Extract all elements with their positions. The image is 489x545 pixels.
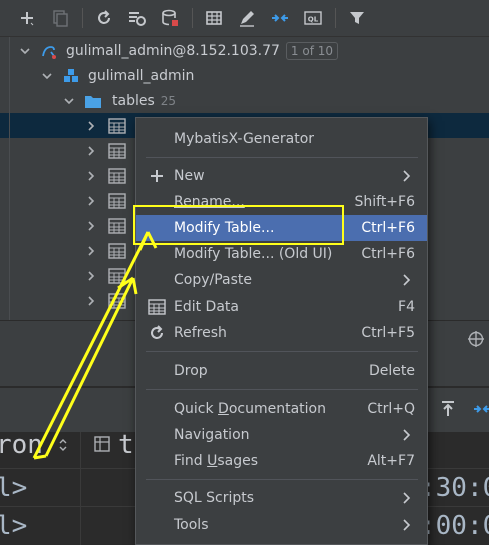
cell-right: :30:0 [420,473,489,503]
folder-icon [84,93,102,109]
jump-to-source-icon[interactable] [267,5,293,31]
tree-gutter-line [9,37,10,320]
menu-separator [146,157,418,158]
refresh-icon [148,324,166,342]
chevron-right-icon[interactable] [84,244,98,258]
menu-item-edit-data[interactable]: Edit Data F4 [136,294,427,320]
tree-node-schema[interactable]: gulimall_admin [0,63,489,88]
table-icon [108,167,126,184]
chevron-down-icon[interactable] [40,69,54,83]
chevron-down-icon[interactable] [62,94,76,108]
menu-item-navigation[interactable]: Navigation [136,422,427,448]
refresh-icon[interactable] [91,5,117,31]
table-icon [148,298,166,316]
toolbar-separator [192,8,193,28]
toolbar-separator [82,8,83,28]
cell-left: l> [0,511,28,541]
table-icon [108,142,126,159]
menu-separator [146,389,418,390]
highlight-annotation-box [133,205,344,245]
schema-icon [62,67,80,85]
chevron-right-icon[interactable] [84,269,98,283]
tree-node-connection[interactable]: gulimall_admin@8.152.103.77 1 of 10 [0,38,489,63]
folder-label: tables [112,92,155,109]
jump-to-source-icon[interactable] [472,400,489,422]
edit-icon[interactable] [234,5,260,31]
menu-item-find-usages[interactable]: Find Usages Alt+F7 [136,448,427,474]
scroll-to-top-icon[interactable] [440,400,456,422]
database-explorer-window: QL gulimall_admin@8.152.103.77 1 of 10 g… [0,0,489,545]
plus-icon [148,167,166,185]
table-icon [108,242,126,259]
chevron-right-icon[interactable] [84,294,98,308]
menu-item-drop[interactable]: Drop Delete [136,358,427,384]
toolbar-separator [335,8,336,28]
chevron-right-icon [401,518,413,532]
chevron-right-icon[interactable] [84,169,98,183]
chevron-right-icon [401,273,413,287]
schema-label: gulimall_admin [88,67,195,84]
chevron-right-icon [401,428,413,442]
chevron-right-icon[interactable] [84,119,98,133]
table-icon [108,117,126,134]
menu-item-refresh[interactable]: Refresh Ctrl+F5 [136,320,427,346]
menu-item-copy-paste[interactable]: Copy/Paste [136,267,427,293]
svg-text:QL: QL [308,16,319,24]
table-icon [108,192,126,209]
menu-separator [146,479,418,480]
mysql-connection-icon [40,42,58,60]
column-header-left[interactable]: ron [0,430,43,460]
database-tools-icon[interactable] [157,5,183,31]
column-type-icon [93,435,111,457]
folder-count: 25 [160,93,177,108]
table-icon [108,292,126,309]
menu-separator [146,351,418,352]
chevron-right-icon[interactable] [84,194,98,208]
menu-item-tools[interactable]: Tools [136,512,427,538]
add-icon[interactable] [14,5,40,31]
menu-item-sql-scripts[interactable]: SQL Scripts [136,485,427,511]
tree-node-tables-folder[interactable]: tables 25 [0,88,489,113]
ql-console-icon[interactable]: QL [300,5,326,31]
connection-badge: 1 of 10 [285,41,339,60]
menu-item-new[interactable]: New [136,163,427,189]
connection-label: gulimall_admin@8.152.103.77 [66,42,280,59]
column-header-right[interactable]: t [118,430,134,460]
column-divider [80,432,81,545]
chevron-down-icon[interactable] [18,44,32,58]
target-icon[interactable] [467,330,485,352]
cell-right: :00:0 [420,511,489,541]
table-icon [108,217,126,234]
menu-item-quick-documentation[interactable]: Quick Documentation Ctrl+Q [136,396,427,422]
chevron-right-icon [401,169,413,183]
toolbar: QL [0,0,489,37]
table-view-icon[interactable] [201,5,227,31]
schema-settings-icon[interactable] [124,5,150,31]
table-icon [108,267,126,284]
chevron-right-icon[interactable] [84,144,98,158]
chevron-right-icon[interactable] [84,219,98,233]
cell-left: l> [0,473,28,503]
chevron-right-icon [401,491,413,505]
menu-item-mybatisx-generator[interactable]: MybatisX-Generator [136,126,427,152]
context-menu: MybatisX-Generator New Rename... Shift+F… [135,117,428,545]
filter-icon[interactable] [344,5,370,31]
duplicate-icon[interactable] [47,5,73,31]
sort-icon[interactable] [58,438,68,456]
